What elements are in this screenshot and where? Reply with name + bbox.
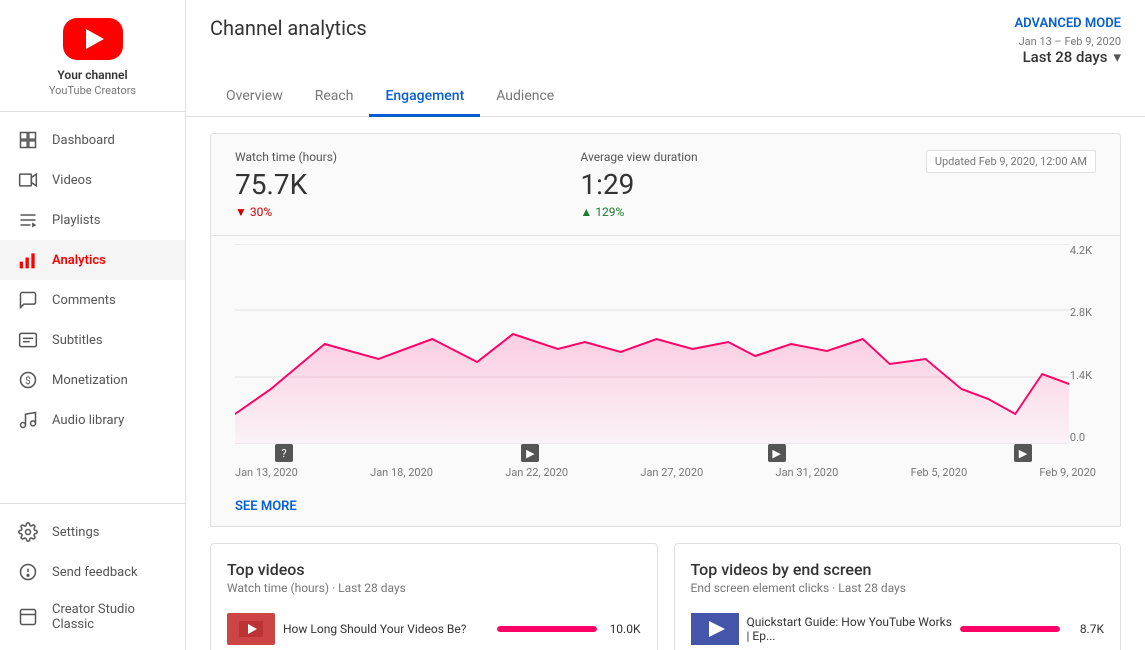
down-arrow: ▼ xyxy=(235,205,247,219)
avg-duration-label: Average view duration xyxy=(580,150,925,164)
play-icon xyxy=(86,29,104,49)
avg-duration-stat: Average view duration 1:29 ▲ 129% xyxy=(580,150,925,219)
analytics-label: Analytics xyxy=(52,253,106,268)
top-video-row-0[interactable]: How Long Should Your Videos Be? 10.0K xyxy=(227,607,641,650)
video-icon xyxy=(18,170,38,190)
tab-audience[interactable]: Audience xyxy=(480,78,570,117)
sidebar-item-settings[interactable]: Settings xyxy=(0,512,185,552)
end-bar-wrap-0 xyxy=(960,626,1060,632)
advanced-mode-button[interactable]: ADVANCED MODE xyxy=(1014,16,1121,31)
date-range: Jan 13 – Feb 9, 2020 Last 28 days ▾ xyxy=(1019,35,1121,66)
analytics-icon xyxy=(18,250,38,270)
monetization-icon: $ xyxy=(18,370,38,390)
sidebar-nav: Dashboard Videos Playlists Analytics xyxy=(0,112,185,503)
sidebar-item-videos[interactable]: Videos xyxy=(0,160,185,200)
tabs: Overview Reach Engagement Audience xyxy=(186,70,1145,117)
top-end-screen-card: Top videos by end screen End screen elem… xyxy=(674,543,1122,650)
chart-svg: 4.2K 2.8K 1.4K 0.0 xyxy=(235,244,1096,444)
watch-time-label: Watch time (hours) xyxy=(235,150,580,164)
feedback-icon xyxy=(18,562,38,582)
chart-marker-1[interactable]: ? xyxy=(275,444,293,462)
stats-section: Watch time (hours) 75.7K ▼ 30% Average v… xyxy=(186,117,1145,527)
page-title: Channel analytics xyxy=(210,16,367,40)
svg-text:$: $ xyxy=(25,374,31,387)
subtitles-label: Subtitles xyxy=(52,333,103,348)
watch-time-change: ▼ 30% xyxy=(235,205,580,219)
top-videos-card: Top videos Watch time (hours) · Last 28 … xyxy=(210,543,658,650)
sidebar-item-monetization[interactable]: $ Monetization xyxy=(0,360,185,400)
chart-marker-3[interactable]: ▶ xyxy=(768,444,786,462)
end-video-title-0: Quickstart Guide: How YouTube Works | Ep… xyxy=(747,615,953,643)
sidebar-item-comments[interactable]: Comments xyxy=(0,280,185,320)
monetization-label: Monetization xyxy=(52,373,128,388)
video-count-0: 10.0K xyxy=(605,622,641,636)
updated-label: Updated Feb 9, 2020, 12:00 AM xyxy=(926,150,1096,173)
dropdown-icon: ▾ xyxy=(1113,48,1121,66)
end-count-0: 8.7K xyxy=(1068,622,1104,636)
sidebar-item-creator-studio-classic[interactable]: Creator Studio Classic xyxy=(0,592,185,642)
see-more-button[interactable]: SEE MORE xyxy=(235,487,297,526)
watch-time-value: 75.7K xyxy=(235,168,580,201)
watch-time-stat: Watch time (hours) 75.7K ▼ 30% xyxy=(235,150,580,219)
top-videos-subtitle: Watch time (hours) · Last 28 days xyxy=(227,581,641,595)
thumb-0 xyxy=(227,613,275,645)
up-arrow: ▲ xyxy=(580,205,592,219)
main-header: Channel analytics ADVANCED MODE Jan 13 –… xyxy=(186,0,1145,66)
top-end-screen-subtitle: End screen element clicks · Last 28 days xyxy=(691,581,1105,595)
main-content: Channel analytics ADVANCED MODE Jan 13 –… xyxy=(186,0,1145,650)
chart-marker-2[interactable]: ▶ xyxy=(521,444,539,462)
end-screen-row-0[interactable]: Quickstart Guide: How YouTube Works | Ep… xyxy=(691,607,1105,650)
chart-marker-4[interactable]: ▶ xyxy=(1014,444,1032,462)
avg-duration-value: 1:29 xyxy=(580,168,925,201)
sidebar-item-dashboard[interactable]: Dashboard xyxy=(0,120,185,160)
top-end-screen-title: Top videos by end screen xyxy=(691,560,1105,579)
stats-cards: Watch time (hours) 75.7K ▼ 30% Average v… xyxy=(210,133,1121,236)
classic-icon xyxy=(18,607,38,627)
sidebar-item-playlists[interactable]: Playlists xyxy=(0,200,185,240)
dashboard-label: Dashboard xyxy=(52,133,115,148)
top-videos-title: Top videos xyxy=(227,560,641,579)
playlists-label: Playlists xyxy=(52,213,100,228)
sidebar: Your channel YouTube Creators Dashboard … xyxy=(0,0,186,650)
comments-label: Comments xyxy=(52,293,116,308)
chart-y-labels: 4.2K 2.8K 1.4K 0.0 xyxy=(1066,244,1096,444)
avg-duration-change: ▲ 129% xyxy=(580,205,925,219)
channel-name: Your channel xyxy=(57,68,127,82)
sidebar-item-analytics[interactable]: Analytics xyxy=(0,240,185,280)
videos-label: Videos xyxy=(52,173,92,188)
settings-icon xyxy=(18,522,38,542)
chart-container: 4.2K 2.8K 1.4K 0.0 xyxy=(210,236,1121,527)
sidebar-item-send-feedback[interactable]: Send feedback xyxy=(0,552,185,592)
tab-engagement[interactable]: Engagement xyxy=(369,78,480,117)
channel-sub: YouTube Creators xyxy=(49,84,136,97)
sidebar-item-audio-library[interactable]: Audio library xyxy=(0,400,185,440)
chart-line-svg xyxy=(235,244,1096,444)
chart-x-labels: Jan 13, 2020 Jan 18, 2020 Jan 22, 2020 J… xyxy=(235,462,1096,487)
dashboard-icon xyxy=(18,130,38,150)
audio-icon xyxy=(18,410,38,430)
audio-library-label: Audio library xyxy=(52,413,124,428)
send-feedback-label: Send feedback xyxy=(52,565,138,580)
end-bar-0 xyxy=(960,626,1060,632)
date-range-value[interactable]: Last 28 days ▾ xyxy=(1023,48,1121,66)
creator-studio-classic-label: Creator Studio Classic xyxy=(52,602,167,632)
sidebar-bottom: Settings Send feedback Creator Studio Cl… xyxy=(0,503,185,650)
chart-markers-row: ? ▶ ▶ ▶ xyxy=(235,444,1096,462)
tab-overview[interactable]: Overview xyxy=(210,78,299,117)
youtube-logo[interactable] xyxy=(63,18,123,60)
subtitles-icon xyxy=(18,330,38,350)
settings-label: Settings xyxy=(52,525,99,540)
video-title-0: How Long Should Your Videos Be? xyxy=(283,622,489,636)
date-range-label: Jan 13 – Feb 9, 2020 xyxy=(1019,35,1121,48)
video-bar-wrap-0 xyxy=(497,626,597,632)
comments-icon xyxy=(18,290,38,310)
sidebar-item-subtitles[interactable]: Subtitles xyxy=(0,320,185,360)
playlists-icon xyxy=(18,210,38,230)
bottom-section: Top videos Watch time (hours) · Last 28 … xyxy=(186,527,1145,650)
tab-reach[interactable]: Reach xyxy=(299,78,370,117)
video-bar-0 xyxy=(497,626,597,632)
end-thumb-0 xyxy=(691,613,739,645)
sidebar-logo: Your channel YouTube Creators xyxy=(0,0,185,112)
